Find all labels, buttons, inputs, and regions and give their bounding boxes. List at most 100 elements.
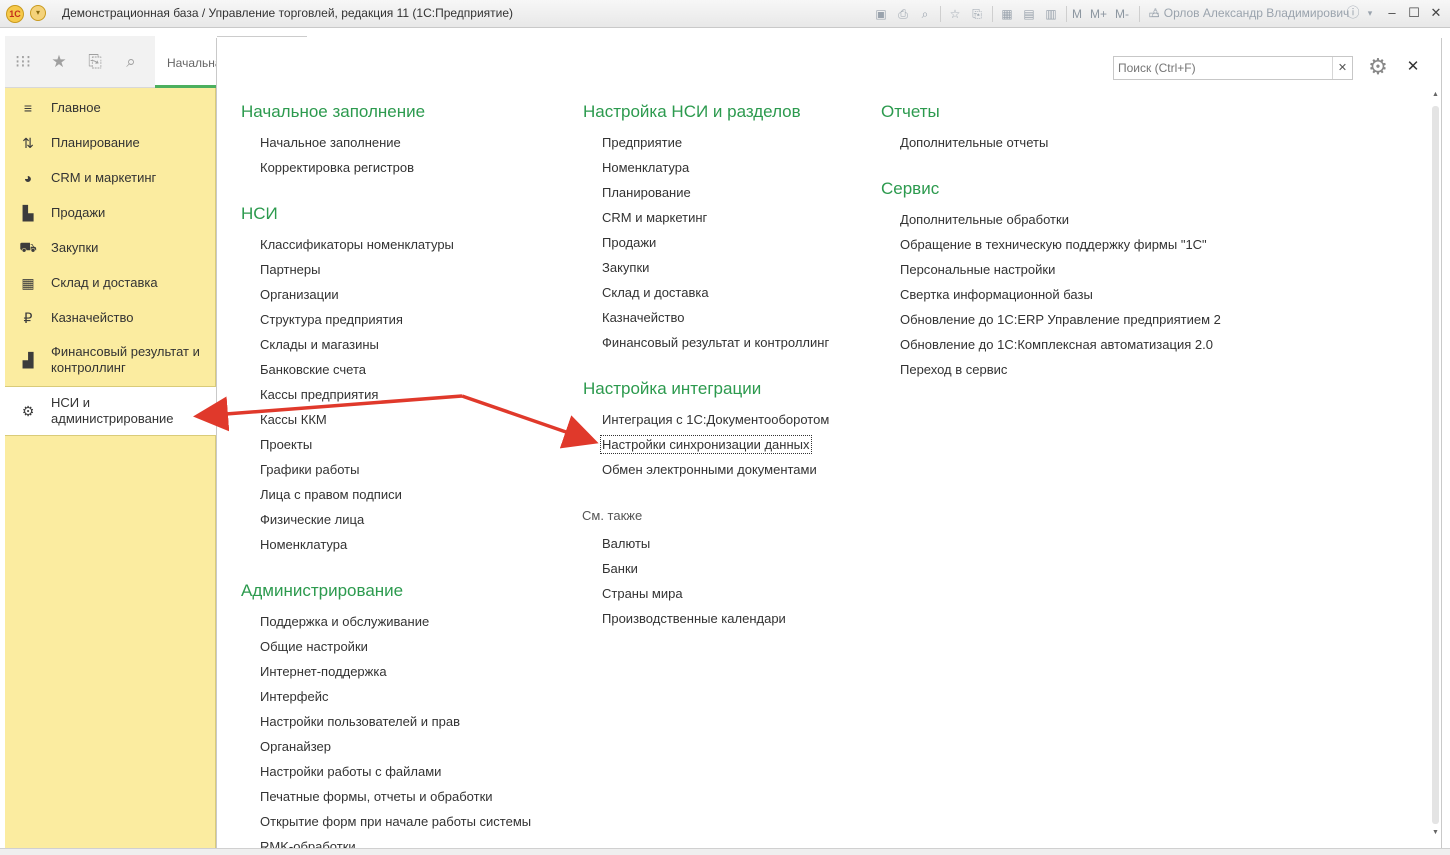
- link-general-settings[interactable]: Общие настройки: [260, 639, 368, 654]
- preview-icon[interactable]: ⌕: [916, 6, 934, 22]
- link-enterprise[interactable]: Предприятие: [602, 135, 682, 150]
- link-upgrade-erp[interactable]: Обновление до 1С:ERP Управление предприя…: [900, 312, 1221, 327]
- history-icon[interactable]: ⎘: [77, 52, 113, 72]
- link-initial-fill[interactable]: Начальное заполнение: [260, 135, 401, 150]
- link-warehouse-setup[interactable]: Склад и доставка: [602, 285, 709, 300]
- link-move-to-service[interactable]: Переход в сервис: [900, 362, 1007, 377]
- scroll-up-icon[interactable]: ▲: [1430, 90, 1441, 100]
- info-dropdown-icon[interactable]: ▾: [1360, 4, 1380, 22]
- link-financial-result-setup[interactable]: Финансовый результат и контроллинг: [602, 335, 829, 350]
- group-title-reports: Отчеты: [881, 102, 940, 121]
- link-bank-accounts[interactable]: Банковские счета: [260, 362, 366, 377]
- calculator-icon[interactable]: ▤: [1020, 6, 1038, 22]
- calendar-icon[interactable]: ▥: [1042, 6, 1060, 22]
- settings-gear-icon[interactable]: ⚙: [1365, 54, 1391, 80]
- link-tech-support-request[interactable]: Обращение в техническую поддержку фирмы …: [900, 237, 1207, 252]
- print-icon[interactable]: ⎙: [894, 6, 912, 22]
- link-enterprise-structure[interactable]: Структура предприятия: [260, 312, 403, 327]
- group-title-administration: Администрирование: [241, 581, 404, 600]
- group-title-integration-setup: Настройка интеграции: [583, 379, 762, 398]
- link-register-adjustment[interactable]: Корректировка регистров: [260, 160, 414, 175]
- minimize-button[interactable]: –: [1382, 4, 1402, 22]
- link-partners[interactable]: Партнеры: [260, 262, 320, 277]
- group-title-nsi: НСИ: [241, 204, 278, 223]
- sidebar-item-main[interactable]: ≡ Главное: [5, 96, 216, 120]
- tab-start-page[interactable]: Начальная страница: [155, 36, 217, 88]
- link-organizer[interactable]: Органайзер: [260, 739, 331, 754]
- link-projects[interactable]: Проекты: [260, 437, 312, 452]
- sidebar-item-financial-result[interactable]: ▟ Финансовый результат и контроллинг: [5, 342, 216, 378]
- app-logo-icon[interactable]: 1С: [6, 5, 24, 23]
- link-warehouses-stores[interactable]: Склады и магазины: [260, 337, 379, 352]
- sidebar-item-label: Казначейство: [51, 310, 134, 325]
- title-toolbar: ▣ ⎙ ⌕ ☆ ⎘ ▦ ▤ ▥ M M+ M- ▭: [872, 4, 1167, 24]
- sidebar-item-admin[interactable]: ⚙ НСИ и администрирование: [5, 386, 216, 436]
- link-startup-forms[interactable]: Открытие форм при начале работы системы: [260, 814, 531, 829]
- main-menu-dropdown-icon[interactable]: ▾: [30, 5, 46, 21]
- scroll-thumb[interactable]: [1432, 106, 1439, 824]
- search-input[interactable]: [1114, 57, 1330, 79]
- sidebar-item-crm[interactable]: ◕ CRM и маркетинг: [5, 166, 216, 190]
- link-nomenclature[interactable]: Номенклатура: [260, 537, 347, 552]
- link-personal-settings[interactable]: Персональные настройки: [900, 262, 1055, 277]
- link-additional-reports[interactable]: Дополнительные отчеты: [900, 135, 1048, 150]
- close-panel-button[interactable]: ✕: [1403, 56, 1423, 78]
- scroll-down-icon[interactable]: ▼: [1430, 828, 1441, 838]
- bar-chart-icon: ▟: [22, 351, 34, 368]
- link-production-calendars[interactable]: Производственные календари: [602, 611, 786, 626]
- link-internet-support[interactable]: Интернет-поддержка: [260, 664, 387, 679]
- link-additional-processing[interactable]: Дополнительные обработки: [900, 212, 1069, 227]
- link-cash-desks[interactable]: Кассы предприятия: [260, 387, 378, 402]
- close-window-button[interactable]: ✕: [1426, 4, 1446, 22]
- favorites-star-icon[interactable]: ☆: [946, 6, 964, 22]
- link-edi-exchange[interactable]: Обмен электронными документами: [602, 462, 817, 477]
- memory-button[interactable]: M: [1072, 6, 1082, 22]
- link-treasury-setup[interactable]: Казначейство: [602, 310, 684, 325]
- link-purchases-setup[interactable]: Закупки: [602, 260, 649, 275]
- toolbar-divider: [940, 6, 941, 22]
- link-users-rights-settings[interactable]: Настройки пользователей и прав: [260, 714, 460, 729]
- sidebar-item-label: Главное: [51, 100, 101, 115]
- link-kkm-cash-desks[interactable]: Кассы ККМ: [260, 412, 327, 427]
- link-upgrade-ka[interactable]: Обновление до 1С:Комплексная автоматизац…: [900, 337, 1213, 352]
- link-interface[interactable]: Интерфейс: [260, 689, 328, 704]
- link-infobase-collapse[interactable]: Свертка информационной базы: [900, 287, 1093, 302]
- sidebar-item-planning[interactable]: ⇅ Планирование: [5, 131, 216, 155]
- sidebar-item-purchases[interactable]: ⛟ Закупки: [5, 236, 216, 260]
- link-data-sync-settings[interactable]: Настройки синхронизации данных: [600, 435, 812, 454]
- search-icon[interactable]: ⌕: [113, 52, 149, 72]
- group-title-initial-fill: Начальное заполнение: [241, 102, 426, 121]
- link-nomenclature-setup[interactable]: Номенклатура: [602, 160, 689, 175]
- sidebar-item-warehouse[interactable]: ▦ Склад и доставка: [5, 271, 216, 295]
- link-sales-setup[interactable]: Продажи: [602, 235, 656, 250]
- link-individuals[interactable]: Физические лица: [260, 512, 364, 527]
- link-file-settings[interactable]: Настройки работы с файлами: [260, 764, 441, 779]
- link-support-maintenance[interactable]: Поддержка и обслуживание: [260, 614, 429, 629]
- vertical-scrollbar[interactable]: ▲ ▼: [1430, 88, 1441, 840]
- sidebar-item-label: Склад и доставка: [51, 275, 158, 290]
- link-countries[interactable]: Страны мира: [602, 586, 683, 601]
- maximize-button[interactable]: ☐: [1404, 4, 1424, 22]
- memory-minus-button[interactable]: M-: [1115, 6, 1129, 22]
- memory-plus-button[interactable]: M+: [1090, 6, 1107, 22]
- link-work-schedules[interactable]: Графики работы: [260, 462, 359, 477]
- link-crm-setup[interactable]: CRM и маркетинг: [602, 210, 707, 225]
- all-functions-grid-icon[interactable]: ⁝⁝⁝: [5, 52, 41, 72]
- link-signatories[interactable]: Лица с правом подписи: [260, 487, 402, 502]
- sidebar-item-treasury[interactable]: ₽ Казначейство: [5, 306, 216, 330]
- link-print-forms[interactable]: Печатные формы, отчеты и обработки: [260, 789, 493, 804]
- save-icon[interactable]: ▣: [872, 6, 890, 22]
- link-organizations[interactable]: Организации: [260, 287, 339, 302]
- link-classifiers[interactable]: Классификаторы номенклатуры: [260, 237, 454, 252]
- link-banks[interactable]: Банки: [602, 561, 638, 576]
- link-document-flow-integration[interactable]: Интеграция с 1С:Документооборотом: [602, 412, 829, 427]
- search-clear-icon[interactable]: ✕: [1332, 57, 1352, 79]
- current-user[interactable]: ♙ Орлов Александр Владимирович: [1150, 6, 1349, 20]
- spreadsheet-icon[interactable]: ▦: [998, 6, 1016, 22]
- link-planning-setup[interactable]: Планирование: [602, 185, 691, 200]
- link-currencies[interactable]: Валюты: [602, 536, 650, 551]
- favorites-icon[interactable]: ★: [41, 52, 77, 72]
- sidebar-item-sales[interactable]: ▙ Продажи: [5, 201, 216, 225]
- sections-sidebar: ≡ Главное ⇅ Планирование ◕ CRM и маркетинг …: [5, 88, 216, 850]
- history-icon[interactable]: ⎘: [968, 6, 986, 22]
